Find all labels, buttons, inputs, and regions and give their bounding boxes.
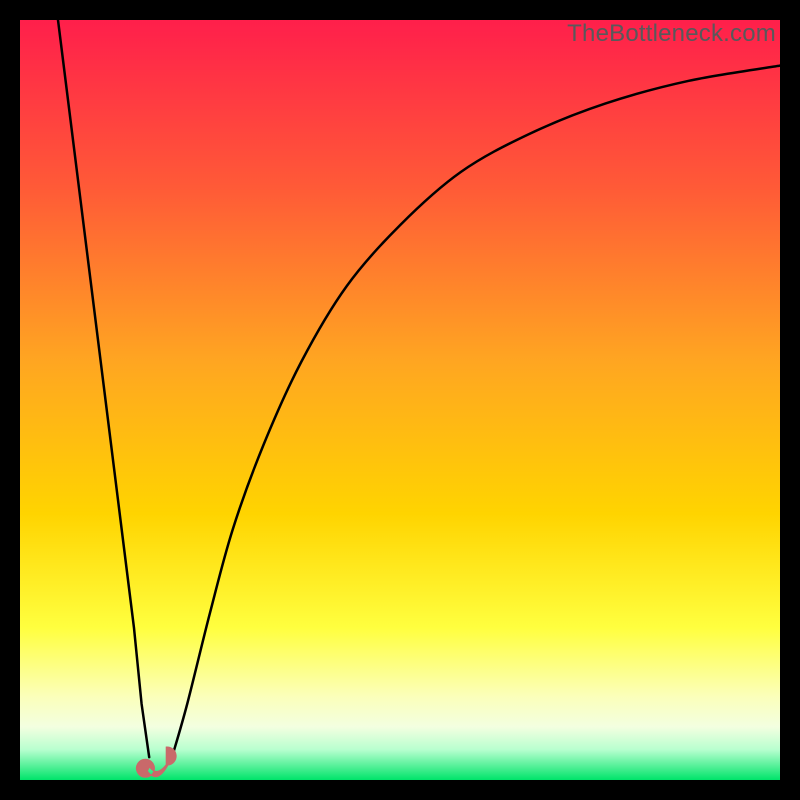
heat-gradient-background xyxy=(20,20,780,780)
watermark-text: TheBottleneck.com xyxy=(567,20,776,48)
bottleneck-chart xyxy=(20,20,780,780)
chart-frame: TheBottleneck.com xyxy=(20,20,780,780)
